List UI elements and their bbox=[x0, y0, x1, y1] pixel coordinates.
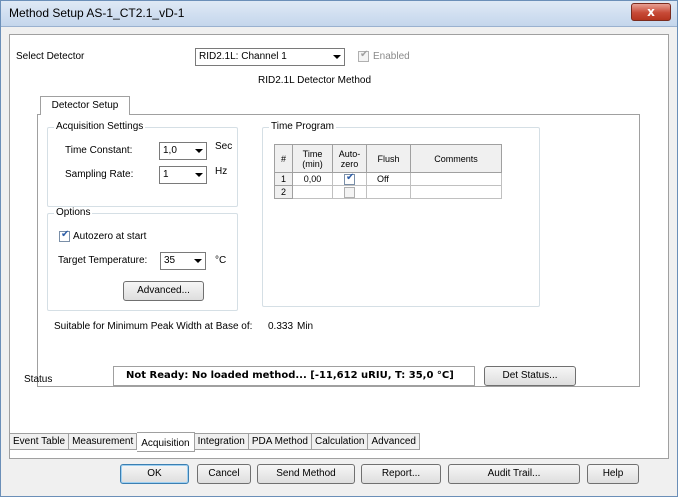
ok-button[interactable]: OK bbox=[120, 464, 189, 484]
detector-select-value: RID2.1L: Channel 1 bbox=[199, 51, 287, 62]
autozero-row-checkbox[interactable] bbox=[344, 172, 355, 185]
advanced-button-label: Advanced... bbox=[137, 285, 190, 296]
comments-cell[interactable] bbox=[410, 185, 502, 199]
tab-calculation-label: Calculation bbox=[315, 436, 365, 447]
det-status-button[interactable]: Det Status... bbox=[484, 366, 576, 386]
audit-trail-button-label: Audit Trail... bbox=[487, 468, 541, 479]
chevron-down-icon bbox=[333, 55, 341, 59]
time-constant-value: 1,0 bbox=[163, 145, 177, 156]
select-detector-label: Select Detector bbox=[16, 51, 85, 62]
flush-cell[interactable]: Off bbox=[366, 172, 411, 186]
status-label: Status bbox=[24, 374, 53, 385]
sampling-rate-unit: Hz bbox=[215, 166, 228, 177]
help-button[interactable]: Help bbox=[587, 464, 639, 484]
enabled-checkbox[interactable] bbox=[358, 49, 369, 62]
comments-cell[interactable] bbox=[410, 172, 502, 186]
chevron-down-icon bbox=[194, 259, 202, 263]
chevron-down-icon bbox=[195, 173, 203, 177]
close-icon: x bbox=[647, 5, 655, 19]
tab-measurement[interactable]: Measurement bbox=[69, 433, 138, 450]
help-button-label: Help bbox=[602, 468, 624, 479]
time-program-table: # Time (min) Auto- zero Flush Comments 1 bbox=[274, 144, 502, 199]
peak-width-value: 0.333 bbox=[268, 321, 294, 332]
cancel-button-label: Cancel bbox=[208, 468, 240, 479]
time-constant-select[interactable]: 1,0 bbox=[159, 142, 207, 160]
method-tabs: Event Table Measurement Acquisition Inte… bbox=[9, 432, 420, 452]
status-text: Not Ready: No loaded method... [-11,612 … bbox=[126, 370, 454, 381]
tab-advanced-label: Advanced bbox=[371, 436, 416, 447]
acquisition-settings-group: Acquisition Settings bbox=[47, 121, 238, 207]
tab-calculation[interactable]: Calculation bbox=[312, 433, 369, 450]
col-header-flush: Flush bbox=[366, 144, 411, 173]
tab-pda-method[interactable]: PDA Method bbox=[248, 433, 312, 450]
autozero-cell[interactable] bbox=[332, 172, 367, 186]
enabled-label: Enabled bbox=[373, 51, 410, 62]
time-constant-unit: Sec bbox=[215, 141, 233, 152]
report-button-label: Report... bbox=[381, 468, 421, 479]
autozero-row-checkbox[interactable] bbox=[344, 186, 355, 198]
col-header-comments: Comments bbox=[410, 144, 502, 173]
tab-pda-method-label: PDA Method bbox=[251, 436, 308, 447]
peak-width-label: Suitable for Minimum Peak Width at Base … bbox=[54, 321, 253, 332]
acquisition-settings-title: Acquisition Settings bbox=[54, 121, 146, 132]
detector-select[interactable]: RID2.1L: Channel 1 bbox=[195, 48, 345, 66]
sampling-rate-value: 1 bbox=[163, 169, 169, 180]
ok-button-label: OK bbox=[147, 468, 162, 479]
peak-width-unit: Min bbox=[297, 321, 314, 332]
target-temperature-select[interactable]: 35 bbox=[160, 252, 206, 270]
window-title: Method Setup AS-1_CT2.1_vD-1 bbox=[9, 6, 185, 20]
title-bar[interactable]: Method Setup AS-1_CT2.1_vD-1 x bbox=[1, 1, 677, 27]
tab-event-table[interactable]: Event Table bbox=[9, 433, 70, 450]
tab-integration[interactable]: Integration bbox=[194, 433, 249, 450]
time-program-title: Time Program bbox=[269, 121, 336, 132]
time-constant-label: Time Constant: bbox=[65, 145, 133, 156]
time-cell[interactable]: 0,00 bbox=[292, 172, 333, 186]
target-temperature-value: 35 bbox=[164, 255, 176, 266]
status-display: Not Ready: No loaded method... [-11,612 … bbox=[113, 366, 475, 386]
time-cell[interactable] bbox=[292, 185, 333, 199]
col-header-time-line1: Time bbox=[302, 148, 323, 159]
tab-advanced[interactable]: Advanced bbox=[368, 433, 420, 450]
tab-integration-label: Integration bbox=[197, 436, 245, 447]
detector-method-title: RID2.1L Detector Method bbox=[258, 75, 372, 86]
target-temperature-label: Target Temperature: bbox=[58, 255, 148, 266]
advanced-button[interactable]: Advanced... bbox=[123, 281, 204, 301]
sampling-rate-label: Sampling Rate: bbox=[65, 169, 134, 180]
tab-event-table-label: Event Table bbox=[13, 436, 66, 447]
table-row: 2 bbox=[274, 185, 502, 199]
flush-cell[interactable] bbox=[366, 185, 411, 199]
col-header-time: Time (min) bbox=[292, 144, 333, 173]
cancel-button[interactable]: Cancel bbox=[197, 464, 251, 484]
tab-acquisition-label: Acquisition bbox=[141, 438, 190, 449]
target-temperature-unit: °C bbox=[215, 255, 227, 266]
report-button[interactable]: Report... bbox=[361, 464, 441, 484]
send-method-button[interactable]: Send Method bbox=[257, 464, 355, 484]
table-row: 1 0,00 Off bbox=[274, 172, 502, 186]
col-header-time-line2: (min) bbox=[302, 158, 323, 169]
chevron-down-icon bbox=[195, 149, 203, 153]
col-header-autozero: Auto- zero bbox=[332, 144, 367, 173]
close-button[interactable]: x bbox=[631, 3, 671, 21]
dialog-client-area: Select Detector RID2.1L: Channel 1 Enabl… bbox=[9, 34, 669, 459]
tab-acquisition[interactable]: Acquisition bbox=[137, 432, 195, 452]
row-number-cell: 2 bbox=[274, 185, 293, 199]
tab-detector-setup[interactable]: Detector Setup bbox=[40, 96, 130, 115]
col-header-autozero-line2: zero bbox=[340, 158, 359, 169]
col-header-number: # bbox=[274, 144, 293, 173]
sampling-rate-select[interactable]: 1 bbox=[159, 166, 207, 184]
autozero-start-checkbox[interactable] bbox=[59, 229, 70, 242]
audit-trail-button[interactable]: Audit Trail... bbox=[448, 464, 580, 484]
col-header-autozero-line1: Auto- bbox=[338, 148, 361, 159]
row-number-cell: 1 bbox=[274, 172, 293, 186]
autozero-cell[interactable] bbox=[332, 185, 367, 199]
tab-detector-setup-label: Detector Setup bbox=[51, 100, 119, 111]
send-method-button-label: Send Method bbox=[276, 468, 336, 479]
options-title: Options bbox=[54, 207, 93, 218]
tab-measurement-label: Measurement bbox=[72, 436, 134, 447]
autozero-start-label: Autozero at start bbox=[73, 231, 147, 242]
method-setup-window: Method Setup AS-1_CT2.1_vD-1 x Select De… bbox=[0, 0, 678, 497]
det-status-button-label: Det Status... bbox=[502, 370, 558, 381]
